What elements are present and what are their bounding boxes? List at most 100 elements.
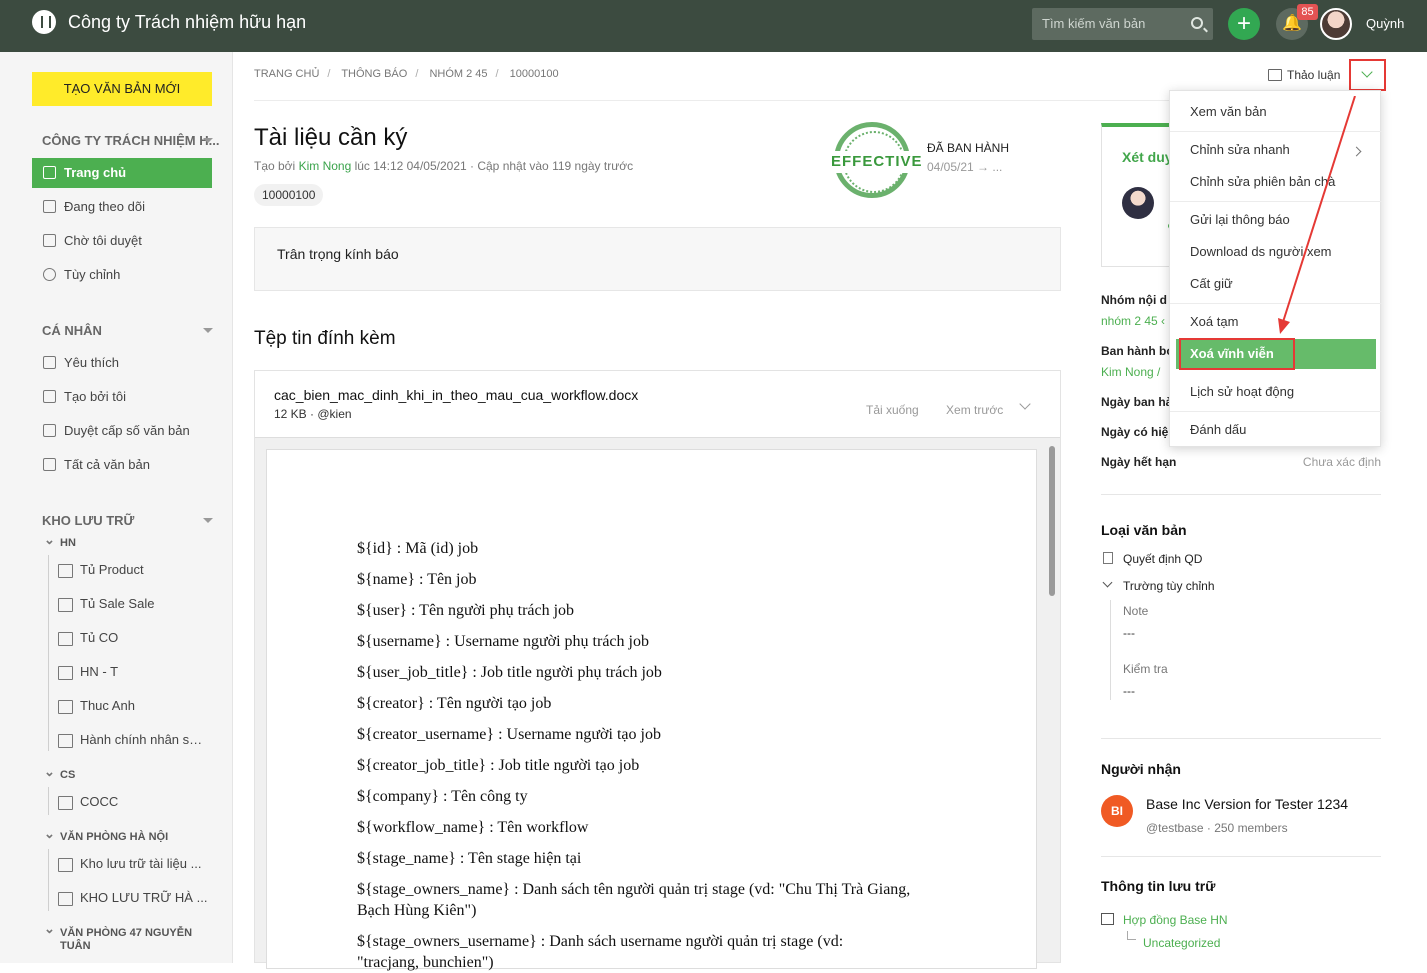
menu-download-viewers[interactable]: Download ds người xem (1170, 236, 1382, 268)
storage-item-hanoi-archive[interactable]: KHO LƯU TRỮ HÀ ... (58, 887, 208, 909)
preview-button[interactable]: Xem trước (946, 403, 1003, 417)
creator-link[interactable]: Kim Nong (299, 159, 352, 173)
preview-scrollbar[interactable] (1049, 446, 1055, 596)
notification-count-badge: 85 (1297, 4, 1318, 20)
create-new-document-button[interactable]: TẠO VĂN BẢN MỚI (32, 72, 212, 106)
custom-fields-title[interactable]: Trường tùy chỉnh (1123, 579, 1215, 593)
breadcrumb-group[interactable]: NHÓM 2 45 (429, 68, 487, 80)
sidebar-item-following[interactable]: Đang theo dõi (32, 192, 212, 222)
document-type-title: Loại văn bản (1101, 522, 1187, 538)
document-preview-viewer[interactable]: ${id} : Mã (id) job ${name} : Tên job ${… (255, 437, 1060, 971)
sidebar-item-created-by-me[interactable]: Tạo bởi tôi (32, 382, 212, 412)
tree-connector (48, 555, 49, 751)
preview-line: ${workflow_name} : Tên workflow (357, 819, 589, 836)
archive-category-link[interactable]: Uncategorized (1143, 936, 1220, 950)
storage-item-hr[interactable]: Hành chính nhân sự... (58, 729, 208, 751)
document-status-date: 04/05/21 → ... (927, 160, 1003, 174)
storage-section-title[interactable]: KHO LƯU TRỮ (42, 513, 134, 528)
menu-activity-history[interactable]: Lịch sử hoạt động (1170, 376, 1382, 408)
organization-section-title[interactable]: CÔNG TY TRÁCH NHIỆM H... (42, 133, 219, 148)
sidebar-item-label: Yêu thích (64, 355, 119, 370)
menu-soft-delete[interactable]: Xoá tạm (1170, 306, 1382, 338)
issued-by-value[interactable]: Kim Nong / (1101, 365, 1160, 379)
document-number-badge: 10000100 (254, 184, 324, 206)
breadcrumb-document-number: 10000100 (509, 68, 559, 80)
app-logo-icon[interactable] (32, 10, 56, 34)
storage-item-co[interactable]: Tủ CO (58, 627, 208, 649)
storage-group-nguyen-tuan-office[interactable]: VĂN PHÒNG 47 NGUYỄN TUÂN (44, 922, 204, 953)
permanent-delete-highlight (1179, 338, 1295, 370)
preview-line: ${user} : Tên người phụ trách job (357, 602, 575, 619)
document-search-input[interactable]: Tìm kiếm văn bản (1032, 8, 1213, 40)
more-actions-menu: Xem văn bản Chỉnh sửa nhanh Chỉnh sửa ph… (1169, 90, 1382, 447)
document-icon (43, 390, 56, 403)
tree-connector (48, 849, 49, 911)
left-sidebar: TẠO VĂN BẢN MỚI CÔNG TY TRÁCH NHIỆM H...… (0, 52, 233, 963)
sidebar-item-label: Tùy chỉnh (64, 267, 121, 282)
stamp-text: EFFECTIVE (831, 151, 922, 173)
discussion-button[interactable]: Thảo luận (1268, 68, 1340, 82)
menu-store[interactable]: Cất giữ (1170, 268, 1382, 300)
sidebar-item-pending-approval[interactable]: Chờ tôi duyệt (32, 226, 212, 256)
sidebar-item-favorites[interactable]: Yêu thích (32, 348, 212, 378)
storage-item-sale[interactable]: Tủ Sale Sale (58, 593, 208, 615)
storage-chevron-icon[interactable] (203, 518, 213, 523)
storage-group-cs[interactable]: CS (44, 764, 75, 781)
preview-line: ${username} : Username người phụ trách j… (357, 633, 649, 650)
preview-line: ${user_job_title} : Job title người phụ … (357, 664, 662, 681)
preview-line: ${id} : Mã (id) job (357, 540, 479, 557)
menu-resend-notification[interactable]: Gửi lại thông báo (1170, 204, 1382, 236)
effective-date-label: Ngày có hiệ (1101, 425, 1169, 439)
settings-icon (43, 268, 56, 281)
storage-group-hn[interactable]: HN (44, 532, 76, 549)
sidebar-item-label: Trang chủ (64, 165, 127, 180)
recipient-name[interactable]: Base Inc Version for Tester 1234 (1146, 796, 1348, 812)
menu-divider (1170, 201, 1382, 202)
expiry-date-value: Chưa xác định (1302, 455, 1381, 469)
menu-quick-edit[interactable]: Chỉnh sửa nhanh (1170, 134, 1382, 166)
breadcrumb-notifications[interactable]: THÔNG BÁO (341, 68, 407, 80)
search-icon[interactable] (1191, 17, 1203, 29)
organization-chevron-icon[interactable] (203, 138, 213, 143)
custom-field-note-value: --- (1123, 626, 1135, 640)
recipient-avatar[interactable]: BI (1101, 795, 1133, 827)
expiry-date-label: Ngày hết hạn (1101, 455, 1177, 469)
more-actions-button[interactable] (1349, 59, 1386, 91)
personal-section-title[interactable]: CÁ NHÂN (42, 323, 102, 338)
create-button[interactable]: + (1228, 8, 1260, 40)
archive-link[interactable]: Hợp đồng Base HN (1123, 913, 1228, 927)
sidebar-item-document-numbering[interactable]: Duyệt cấp số văn bản (32, 416, 212, 446)
preview-line: ${stage_name} : Tên stage hiện tại (357, 850, 582, 867)
storage-item-hn-t[interactable]: HN - T (58, 661, 208, 683)
menu-mark[interactable]: Đánh dấu (1170, 414, 1382, 446)
sidebar-item-home[interactable]: Trang chủ (32, 158, 212, 188)
storage-item-document-archive[interactable]: Kho lưu trữ tài liệu ... (58, 853, 208, 875)
sidebar-item-all-documents[interactable]: Tất cả văn bản (32, 450, 212, 480)
menu-view-document[interactable]: Xem văn bản (1170, 96, 1382, 128)
storage-group-hanoi-office[interactable]: VĂN PHÒNG HÀ NỘI (44, 826, 168, 843)
document-title: Tài liệu cần ký (254, 124, 408, 151)
preview-line: ${creator_job_title} : Job title người t… (357, 757, 640, 774)
reviewer-avatar[interactable] (1122, 187, 1154, 219)
section-divider (1101, 494, 1381, 495)
content-group-value[interactable]: nhóm 2 45 ‹ (1101, 314, 1165, 328)
attachments-title: Tệp tin đính kèm (254, 328, 396, 349)
menu-edit-version[interactable]: Chỉnh sửa phiên bản chà (1170, 166, 1382, 198)
document-meta: Tạo bởi Kim Nong lúc 14:12 04/05/2021 · … (254, 159, 633, 173)
sidebar-item-customize[interactable]: Tùy chỉnh (32, 260, 212, 290)
attachment-card: cac_bien_mac_dinh_khi_in_theo_mau_cua_wo… (254, 370, 1061, 971)
storage-item-thuc-anh[interactable]: Thuc Anh (58, 695, 208, 717)
personal-chevron-icon[interactable] (203, 328, 213, 333)
favorite-document-icon (43, 356, 56, 369)
attachment-file-name[interactable]: cac_bien_mac_dinh_khi_in_theo_mau_cua_wo… (274, 387, 638, 403)
grid-icon (43, 166, 56, 179)
breadcrumb-home[interactable]: TRANG CHỦ (254, 68, 319, 80)
user-name[interactable]: Quỳnh (1366, 16, 1404, 31)
company-name: Công ty Trách nhiệm hữu hạn (68, 12, 307, 32)
book-icon (43, 424, 56, 437)
download-button[interactable]: Tải xuống (866, 403, 919, 417)
user-avatar[interactable] (1320, 8, 1352, 40)
document-type-icon (1103, 552, 1113, 564)
storage-item-cocc[interactable]: COCC (58, 791, 208, 813)
storage-item-product[interactable]: Tủ Product (58, 559, 208, 581)
